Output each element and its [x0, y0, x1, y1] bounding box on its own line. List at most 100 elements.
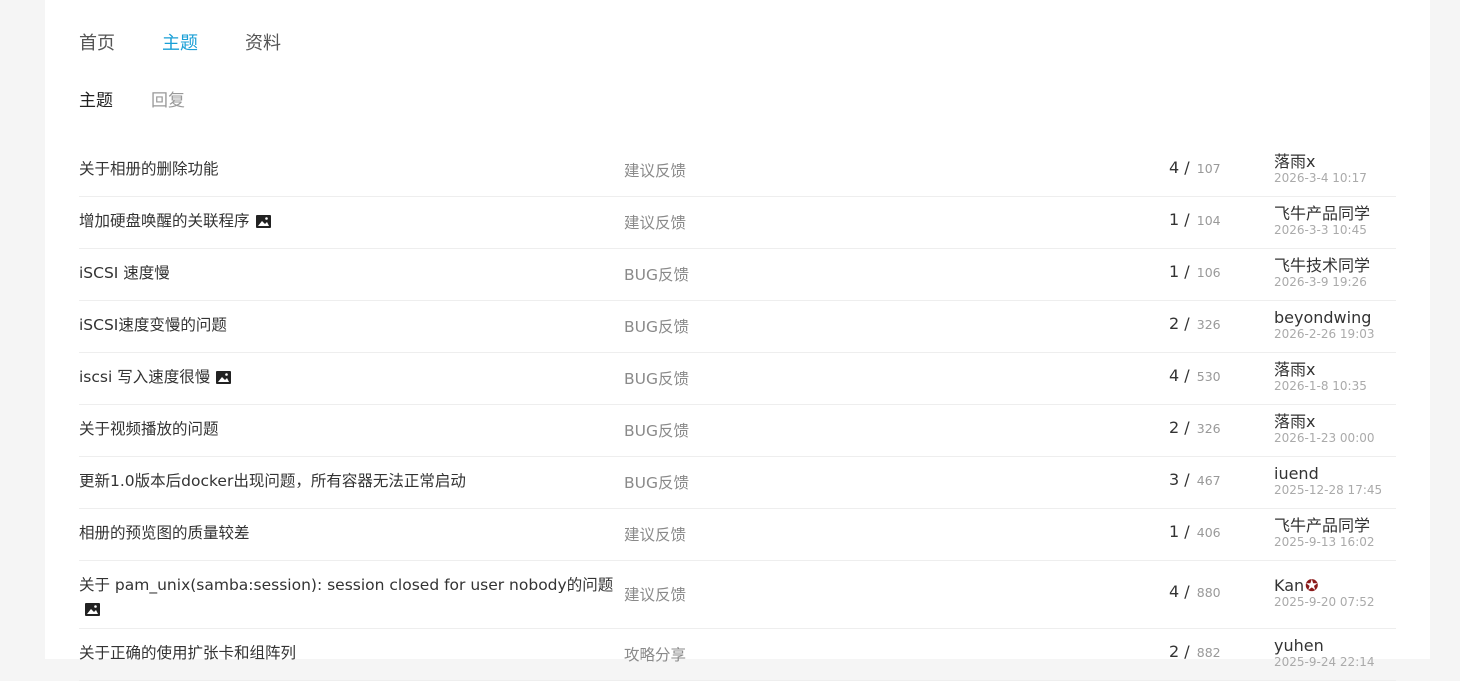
- view-count: 104: [1196, 213, 1221, 228]
- last-post-user[interactable]: 落雨x: [1274, 361, 1367, 378]
- tab-topics[interactable]: 主题: [162, 30, 198, 60]
- tab-home[interactable]: 首页: [79, 30, 115, 60]
- reply-count: 1: [1169, 522, 1180, 541]
- thread-title[interactable]: iSCSI速度变慢的问题: [79, 313, 624, 337]
- thread-title[interactable]: 更新1.0版本后docker出现问题，所有容器无法正常启动: [79, 469, 624, 493]
- last-post-user[interactable]: 飞牛产品同学: [1274, 205, 1370, 222]
- reply-count: 1: [1169, 210, 1180, 229]
- thread-title-text[interactable]: 关于视频播放的问题: [79, 420, 219, 438]
- user-name[interactable]: 落雨x: [1274, 412, 1315, 431]
- subtab-topics[interactable]: 主题: [79, 88, 113, 114]
- last-post-time: 2025-12-28 17:45: [1274, 483, 1383, 497]
- user-name[interactable]: 落雨x: [1274, 152, 1315, 171]
- thread-title[interactable]: 相册的预览图的质量较差: [79, 521, 624, 545]
- thread-category[interactable]: BUG反馈: [624, 419, 689, 441]
- last-post-user[interactable]: 落雨x: [1274, 153, 1367, 170]
- tab-profile[interactable]: 资料: [245, 30, 281, 60]
- thread-counts: 4 / 530: [1169, 366, 1221, 385]
- thread-title[interactable]: 关于正确的使用扩张卡和组阵列: [79, 641, 624, 665]
- thread-category[interactable]: BUG反馈: [624, 263, 689, 285]
- thread-title[interactable]: iscsi 写入速度很慢: [79, 365, 624, 391]
- thread-counts: 1 / 106: [1169, 262, 1221, 281]
- thread-title[interactable]: 关于 pam_unix(samba:session): session clos…: [79, 573, 624, 623]
- thread-title-text[interactable]: 关于 pam_unix(samba:session): session clos…: [79, 576, 613, 594]
- reply-count: 4: [1169, 582, 1180, 601]
- thread-title-text[interactable]: iSCSI 速度慢: [79, 264, 170, 282]
- thread-title-text[interactable]: 关于正确的使用扩张卡和组阵列: [79, 644, 296, 662]
- last-post-info: 飞牛技术同学 2026-3-9 19:26: [1274, 257, 1370, 291]
- last-post-user[interactable]: iuend: [1274, 465, 1382, 482]
- thread-row: iSCSI速度变慢的问题 BUG反馈 2 / 326 beyondwing 2026-2…: [79, 301, 1396, 353]
- thread-title-text[interactable]: iscsi 写入速度很慢: [79, 368, 210, 386]
- image-icon: [255, 211, 271, 235]
- user-name[interactable]: 飞牛产品同学: [1274, 204, 1370, 223]
- thread-title-text[interactable]: 相册的预览图的质量较差: [79, 524, 250, 542]
- thread-category[interactable]: BUG反馈: [624, 367, 689, 389]
- thread-category[interactable]: 建议反馈: [624, 159, 686, 181]
- last-post-user[interactable]: 飞牛产品同学: [1274, 517, 1375, 534]
- thread-title-text[interactable]: 更新1.0版本后docker出现问题，所有容器无法正常启动: [79, 472, 466, 490]
- thread-row: 关于视频播放的问题 BUG反馈 2 / 326 落雨x 2026-1-23 00:00: [79, 405, 1396, 457]
- thread-counts: 1 / 104: [1169, 210, 1221, 229]
- thread-counts: 3 / 467: [1169, 470, 1221, 489]
- thread-category[interactable]: BUG反馈: [624, 315, 689, 337]
- reply-count: 4: [1169, 158, 1180, 177]
- main-nav: 首页 主题 资料: [79, 30, 281, 60]
- thread-row: 关于 pam_unix(samba:session): session clos…: [79, 561, 1396, 629]
- last-post-user[interactable]: beyondwing: [1274, 309, 1375, 326]
- user-name[interactable]: iuend: [1274, 464, 1319, 483]
- last-post-user[interactable]: 落雨x: [1274, 413, 1375, 430]
- thread-title[interactable]: 关于相册的删除功能: [79, 157, 624, 181]
- thread-title-text[interactable]: iSCSI速度变慢的问题: [79, 316, 227, 334]
- thread-row: 关于正确的使用扩张卡和组阵列 攻略分享 2 / 882 yuhen 2025-9-24 …: [79, 629, 1396, 681]
- view-count: 880: [1196, 585, 1221, 600]
- thread-row: 增加硬盘唤醒的关联程序 建议反馈 1 / 104 飞牛产品同学 2026-3-3 10:…: [79, 197, 1396, 249]
- thread-category[interactable]: BUG反馈: [624, 471, 689, 493]
- thread-title-text[interactable]: 关于相册的删除功能: [79, 160, 219, 178]
- last-post-info: iuend 2025-12-28 17:45: [1274, 465, 1382, 499]
- reply-count: 3: [1169, 470, 1180, 489]
- last-post-user[interactable]: 飞牛技术同学: [1274, 257, 1370, 274]
- thread-row: 关于相册的删除功能 建议反馈 4 / 107 落雨x 2026-3-4 10:17: [79, 145, 1396, 197]
- thread-title-text[interactable]: 增加硬盘唤醒的关联程序: [79, 212, 250, 230]
- thread-title[interactable]: 增加硬盘唤醒的关联程序: [79, 209, 624, 235]
- user-name[interactable]: beyondwing: [1274, 308, 1371, 327]
- thread-counts: 4 / 107: [1169, 158, 1221, 177]
- content-panel: 首页 主题 资料 主题 回复 关于相册的删除功能 建议反馈 4 / 107 落雨x 20…: [45, 0, 1430, 681]
- view-count: 467: [1196, 473, 1221, 488]
- user-name[interactable]: yuhen: [1274, 636, 1324, 655]
- thread-row: 相册的预览图的质量较差 建议反馈 1 / 406 飞牛产品同学 2025-9-13 16…: [79, 509, 1396, 561]
- last-post-info: 落雨x 2026-1-8 10:35: [1274, 361, 1367, 395]
- last-post-user[interactable]: Kan✪: [1274, 577, 1375, 594]
- last-post-time: 2025-9-13 16:02: [1274, 535, 1375, 549]
- thread-category[interactable]: 攻略分享: [624, 643, 686, 665]
- last-post-info: 飞牛产品同学 2025-9-13 16:02: [1274, 517, 1375, 551]
- last-post-info: 落雨x 2026-3-4 10:17: [1274, 153, 1367, 187]
- user-name[interactable]: 落雨x: [1274, 360, 1315, 379]
- thread-list: 关于相册的删除功能 建议反馈 4 / 107 落雨x 2026-3-4 10:17 增加硬…: [79, 145, 1396, 681]
- thread-category[interactable]: 建议反馈: [624, 523, 686, 545]
- last-post-info: beyondwing 2026-2-26 19:03: [1274, 309, 1375, 343]
- thread-title[interactable]: 关于视频播放的问题: [79, 417, 624, 441]
- view-count: 406: [1196, 525, 1221, 540]
- thread-category[interactable]: 建议反馈: [624, 583, 686, 605]
- thread-row: 更新1.0版本后docker出现问题，所有容器无法正常启动 BUG反馈 3 / 46…: [79, 457, 1396, 509]
- thread-category[interactable]: 建议反馈: [624, 211, 686, 233]
- view-count: 530: [1196, 369, 1221, 384]
- user-name[interactable]: 飞牛产品同学: [1274, 516, 1370, 535]
- subtab-replies[interactable]: 回复: [151, 88, 185, 114]
- last-post-user[interactable]: yuhen: [1274, 637, 1375, 654]
- view-count: 326: [1196, 317, 1221, 332]
- thread-counts: 2 / 326: [1169, 314, 1221, 333]
- last-post-info: yuhen 2025-9-24 22:14: [1274, 637, 1375, 671]
- user-name[interactable]: Kan: [1274, 576, 1304, 595]
- thread-title[interactable]: iSCSI 速度慢: [79, 261, 624, 285]
- user-name[interactable]: 飞牛技术同学: [1274, 256, 1370, 275]
- reply-count: 2: [1169, 642, 1180, 661]
- last-post-time: 2025-9-24 22:14: [1274, 655, 1375, 669]
- last-post-time: 2026-2-26 19:03: [1274, 327, 1375, 341]
- last-post-time: 2025-9-20 07:52: [1274, 595, 1375, 609]
- last-post-info: 飞牛产品同学 2026-3-3 10:45: [1274, 205, 1370, 239]
- last-post-time: 2026-3-3 10:45: [1274, 223, 1367, 237]
- image-icon: [85, 599, 100, 623]
